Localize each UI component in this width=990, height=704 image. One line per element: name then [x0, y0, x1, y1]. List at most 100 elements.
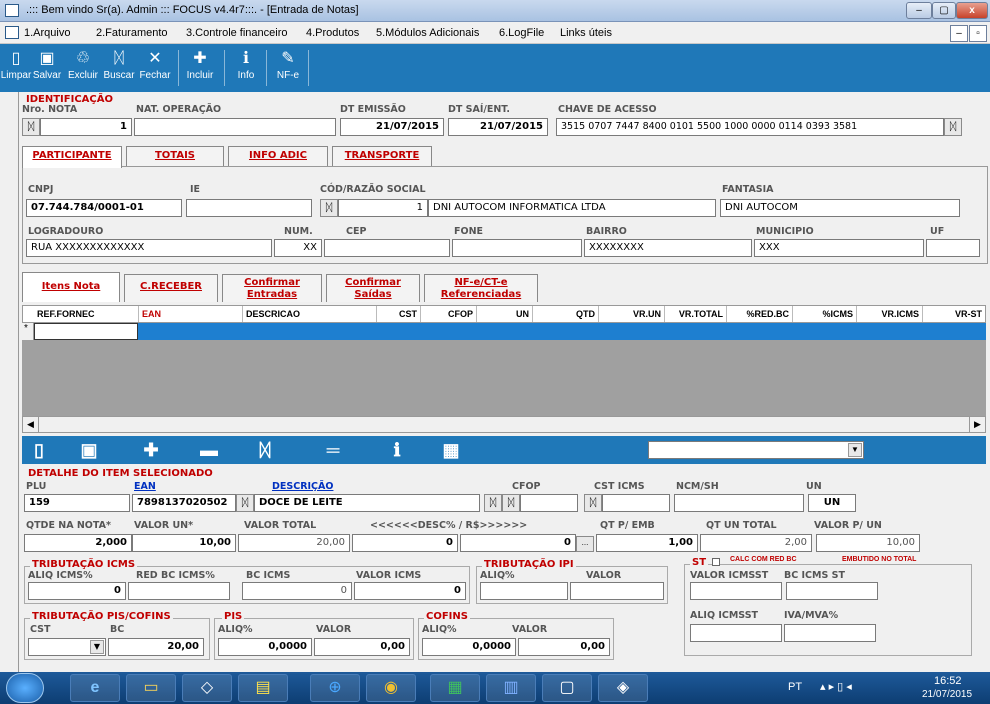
- qtde-field[interactable]: 2,000: [24, 534, 132, 552]
- maximize-button[interactable]: ▢: [932, 2, 956, 19]
- chave-search-button[interactable]: ᛞ: [944, 118, 962, 136]
- nat-operacao-field[interactable]: [134, 118, 336, 136]
- menu-faturamento[interactable]: 2.Faturamento: [96, 27, 168, 39]
- focus-taskbar-icon[interactable]: ◈: [598, 674, 648, 702]
- excel-taskbar-icon[interactable]: ▦: [430, 674, 480, 702]
- tab-participante[interactable]: PARTICIPANTE: [22, 146, 122, 168]
- ncm-field[interactable]: [674, 494, 804, 512]
- nro-nota-field[interactable]: 1: [40, 118, 132, 136]
- col-descricao[interactable]: DESCRICAO: [243, 306, 377, 322]
- col-ref-fornec[interactable]: REF.FORNEC: [23, 306, 139, 322]
- save-item-icon[interactable]: ▣: [74, 439, 104, 461]
- col-qtd[interactable]: QTD: [533, 306, 599, 322]
- col-vr-icms[interactable]: VR.ICMS: [857, 306, 923, 322]
- tab-transporte[interactable]: TRANSPORTE: [332, 146, 432, 166]
- col-vr-un[interactable]: VR.UN: [599, 306, 665, 322]
- cst-select[interactable]: ▼: [28, 638, 106, 656]
- valor-total-field[interactable]: 20,00: [238, 534, 350, 552]
- info-button[interactable]: ℹ Info: [230, 48, 262, 88]
- dt-sai-field[interactable]: 21/07/2015: [448, 118, 548, 136]
- cfop-field[interactable]: [520, 494, 578, 512]
- valor-un-field[interactable]: 10,00: [132, 534, 236, 552]
- ipi-valor-field[interactable]: [570, 582, 664, 600]
- pis-valor-field[interactable]: 0,00: [314, 638, 410, 656]
- menu-produtos[interactable]: 4.Produtos: [306, 27, 359, 39]
- clock-time[interactable]: 16:52: [934, 675, 962, 687]
- col-vr-total[interactable]: VR.TOTAL: [665, 306, 727, 322]
- search-item-icon[interactable]: ᛞ: [250, 439, 280, 461]
- col-red-bc[interactable]: %RED.BC: [727, 306, 793, 322]
- fantasia-field[interactable]: DNI AUTOCOM: [720, 199, 960, 217]
- cod-field[interactable]: 1: [338, 199, 428, 217]
- cnpj-field[interactable]: 07.744.784/0001-01: [26, 199, 182, 217]
- ipi-aliq-field[interactable]: [480, 582, 568, 600]
- descricao-label[interactable]: DESCRIÇÃO: [272, 481, 333, 492]
- tab-itens-nota[interactable]: Itens Nota: [22, 272, 120, 302]
- fechar-button[interactable]: ✕ Fechar: [137, 48, 173, 88]
- box-icon[interactable]: ▦: [436, 439, 466, 461]
- desconto-perc-field[interactable]: 0: [352, 534, 458, 552]
- equals-icon[interactable]: ═: [318, 439, 348, 461]
- info-item-icon[interactable]: ℹ: [382, 439, 412, 461]
- bc-icms-st-field[interactable]: [786, 582, 878, 600]
- ie-taskbar-icon[interactable]: e: [70, 674, 120, 702]
- razao-social-field[interactable]: DNI AUTOCOM INFORMATICA LTDA: [428, 199, 716, 217]
- tab-confirmar-entradas[interactable]: Confirmar Entradas: [222, 274, 322, 302]
- remove-item-icon[interactable]: ▬: [194, 439, 224, 461]
- chrome-taskbar-icon[interactable]: ◉: [366, 674, 416, 702]
- col-icms[interactable]: %ICMS: [793, 306, 857, 322]
- aliq-icmsst-field[interactable]: [690, 624, 782, 642]
- pis-aliq-field[interactable]: 0,0000: [218, 638, 312, 656]
- tab-nfe-referenciadas[interactable]: NF-e/CT-e Referenciadas: [424, 274, 538, 302]
- start-button[interactable]: [6, 673, 44, 703]
- desconto-more-button[interactable]: ...: [576, 536, 594, 552]
- child-minimize-button[interactable]: –: [950, 25, 968, 42]
- cst-icms-search-button[interactable]: ᛞ: [584, 494, 602, 512]
- word-taskbar-icon[interactable]: ▥: [486, 674, 536, 702]
- tab-c-receber[interactable]: C.RECEBER: [124, 274, 218, 302]
- cfop-search-button-1[interactable]: ᛞ: [484, 494, 502, 512]
- ie-field[interactable]: [186, 199, 312, 217]
- add-item-icon[interactable]: ✚: [136, 439, 166, 461]
- nro-search-button[interactable]: ᛞ: [22, 118, 40, 136]
- dt-emissao-field[interactable]: 21/07/2015: [340, 118, 444, 136]
- logradouro-field[interactable]: RUA XXXXXXXXXXXXX: [26, 239, 272, 257]
- excluir-button[interactable]: ♲ Excluir: [65, 48, 101, 88]
- participante-search-button[interactable]: ᛞ: [320, 199, 338, 217]
- language-indicator[interactable]: PT: [788, 681, 802, 693]
- chevron-down-icon[interactable]: ▼: [848, 443, 862, 457]
- chave-acesso-field[interactable]: 3515 0707 7447 8400 0101 5500 1000 0000 …: [556, 118, 944, 136]
- limpar-button[interactable]: ▯ Limpar: [0, 48, 32, 88]
- num-field[interactable]: XX: [274, 239, 322, 257]
- col-cfop[interactable]: CFOP: [421, 306, 477, 322]
- col-cst[interactable]: CST: [377, 306, 421, 322]
- qt-un-total-field[interactable]: 2,00: [700, 534, 812, 552]
- tray-icons[interactable]: ▴ ▸ ▯ ◂: [820, 680, 852, 693]
- desconto-valor-field[interactable]: 0: [460, 534, 576, 552]
- nfe-button[interactable]: ✎ NF-e: [272, 48, 304, 88]
- ean-field[interactable]: 7898137020502: [132, 494, 236, 512]
- valor-icmsst-field[interactable]: [690, 582, 782, 600]
- red-bc-field[interactable]: [128, 582, 230, 600]
- ean-search-button[interactable]: ᛞ: [236, 494, 254, 512]
- bc-pis-field[interactable]: 20,00: [108, 638, 204, 656]
- chevron-down-icon[interactable]: ▼: [90, 640, 104, 654]
- notes-taskbar-icon[interactable]: ▤: [238, 674, 288, 702]
- cep-field[interactable]: [324, 239, 450, 257]
- cofins-aliq-field[interactable]: 0,0000: [422, 638, 516, 656]
- menu-logfile[interactable]: 6.LogFile: [499, 27, 544, 39]
- buscar-button[interactable]: ᛞ Buscar: [101, 48, 137, 88]
- col-ean[interactable]: EAN: [139, 306, 243, 322]
- plu-field[interactable]: 159: [24, 494, 130, 512]
- window-taskbar-icon[interactable]: ▢: [542, 674, 592, 702]
- scroll-right-icon[interactable]: ▶: [969, 417, 985, 432]
- bc-icms-field[interactable]: 0: [242, 582, 352, 600]
- descricao-field[interactable]: DOCE DE LEITE: [254, 494, 480, 512]
- valor-p-un-field[interactable]: 10,00: [816, 534, 920, 552]
- calc-red-bc-checkbox[interactable]: [712, 558, 720, 566]
- tab-totais[interactable]: TOTAIS: [126, 146, 224, 166]
- clock-date[interactable]: 21/07/2015: [922, 689, 972, 700]
- scroll-left-icon[interactable]: ◀: [23, 417, 39, 432]
- aliq-icms-field[interactable]: 0: [28, 582, 126, 600]
- cofins-valor-field[interactable]: 0,00: [518, 638, 610, 656]
